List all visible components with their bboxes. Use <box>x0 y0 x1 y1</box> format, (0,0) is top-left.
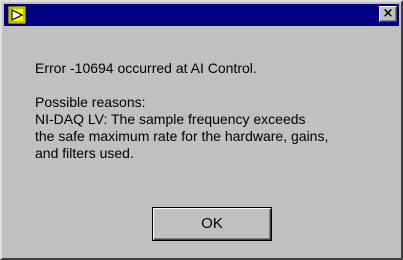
reason-line: the safe maximum rate for the hardware, … <box>35 128 329 144</box>
labview-run-arrow-icon[interactable] <box>8 6 26 24</box>
ok-button[interactable]: OK <box>152 207 272 241</box>
error-dialog: × Error -10694 occurred at AI Control. P… <box>0 0 403 260</box>
title-bar[interactable]: × <box>4 4 399 26</box>
reasons-heading: Possible reasons: <box>35 94 146 110</box>
reason-line: and filters used. <box>35 145 134 161</box>
close-button[interactable]: × <box>379 6 397 22</box>
error-line: Error -10694 occurred at AI Control. <box>35 60 257 76</box>
reason-line: NI-DAQ LV: The sample frequency exceeds <box>35 111 306 127</box>
error-message: Error -10694 occurred at AI Control. Pos… <box>35 60 390 162</box>
close-icon: × <box>382 6 394 21</box>
